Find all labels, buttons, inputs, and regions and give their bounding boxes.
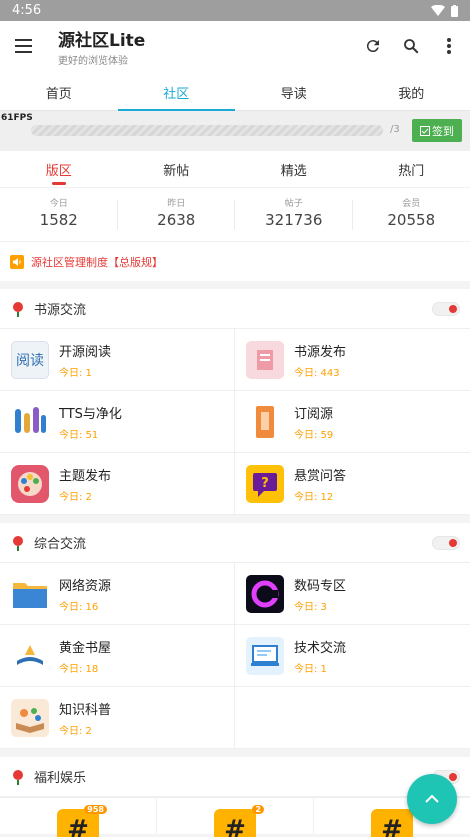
chevron-up-icon — [425, 794, 439, 803]
wifi-icon — [431, 5, 445, 16]
tab-new-posts[interactable]: 新帖 — [118, 151, 236, 187]
board-theme[interactable]: 主题发布 今日: 2 — [0, 453, 235, 515]
knowledge-icon — [11, 698, 49, 737]
welfare-board[interactable]: #958 — [0, 798, 157, 837]
status-time: 4:56 — [12, 3, 42, 18]
tab-guide[interactable]: 导读 — [235, 71, 353, 110]
rose-icon — [13, 769, 23, 785]
tts-icon — [11, 402, 49, 441]
section-welfare: 福利娱乐 #958 #2 #3 — [0, 757, 470, 837]
count-badge: 2 — [252, 805, 264, 814]
board-web-resources[interactable]: 网络资源 今日: 16 — [0, 563, 235, 625]
board-knowledge[interactable]: 知识科普 今日: 2 — [0, 687, 235, 749]
more-vert-icon[interactable] — [436, 33, 462, 59]
welfare-board[interactable]: #2 — [157, 798, 314, 837]
signin-progress-count: /3 — [390, 124, 400, 135]
signin-progress-row: 61FPS /3 签到 — [0, 111, 470, 151]
section-general: 综合交流 网络资源 今日: 16 数码专区 今日: 3 黄金书屋 今日: 18 技术交… — [0, 523, 470, 749]
stat-yesterday: 昨日 2638 — [118, 188, 236, 241]
main-tabs: 首页 社区 导读 我的 — [0, 71, 470, 111]
book-source-icon — [246, 340, 284, 379]
speaker-icon — [10, 254, 24, 269]
rose-icon — [13, 301, 23, 317]
count-badge: 958 — [84, 805, 107, 814]
tab-home[interactable]: 首页 — [0, 71, 118, 110]
section-header[interactable]: 福利娱乐 — [0, 757, 470, 797]
board-open-read[interactable]: 阅读 开源阅读 今日: 1 — [0, 329, 235, 391]
section-title: 福利娱乐 — [34, 771, 87, 786]
section-title: 书源交流 — [34, 303, 87, 318]
board-digital[interactable]: 数码专区 今日: 3 — [235, 563, 470, 625]
rose-icon — [13, 535, 23, 551]
check-square-icon — [420, 125, 430, 136]
svg-text:?: ? — [261, 476, 269, 491]
search-icon[interactable] — [398, 33, 424, 59]
digital-icon — [246, 574, 284, 613]
stat-posts: 帖子 321736 — [235, 188, 353, 241]
app-bar: 源社区Lite 更好的浏览体验 — [0, 21, 470, 71]
tab-community[interactable]: 社区 — [117, 71, 236, 111]
board-tech[interactable]: 技术交流 今日: 1 — [235, 625, 470, 687]
book-house-icon — [11, 636, 49, 675]
read-app-icon: 阅读 — [11, 340, 49, 379]
section-toggle[interactable] — [432, 301, 460, 316]
hash-icon: #958 — [57, 805, 107, 837]
stat-today: 今日 1582 — [0, 188, 118, 241]
stat-members: 会员 20558 — [387, 199, 436, 229]
status-bar: 4:56 — [0, 0, 470, 21]
folder-icon — [11, 574, 49, 613]
signin-button[interactable]: 签到 — [412, 119, 462, 142]
app-title: 源社区Lite — [58, 30, 146, 51]
tab-featured[interactable]: 精选 — [235, 151, 353, 187]
notice-text: 源社区管理制度【总版规】 — [31, 255, 163, 269]
board-source-publish[interactable]: 书源发布 今日: 443 — [235, 329, 470, 391]
section-toggle[interactable] — [432, 535, 460, 550]
stats-bar: 今日 1582 昨日 2638 帖子 321736 会员 20558 — [0, 187, 470, 241]
empty-cell — [235, 687, 470, 749]
board-subscribe[interactable]: 订阅源 今日: 59 — [235, 391, 470, 453]
menu-icon[interactable] — [12, 32, 40, 60]
tech-icon — [246, 636, 284, 675]
board-bounty-qa[interactable]: ? 悬赏问答 今日: 12 — [235, 453, 470, 515]
refresh-icon[interactable] — [360, 33, 386, 59]
question-icon: ? — [246, 464, 284, 503]
tab-hot[interactable]: 热门 — [353, 151, 470, 187]
app-subtitle: 更好的浏览体验 — [58, 55, 128, 67]
tab-boards[interactable]: 版区 — [0, 151, 118, 187]
battery-icon — [451, 4, 458, 17]
sub-tabs: 版区 新帖 精选 热门 — [0, 151, 470, 187]
palette-icon — [11, 464, 49, 503]
board-tts[interactable]: TTS与净化 今日: 51 — [0, 391, 235, 453]
section-book-source: 书源交流 阅读 开源阅读 今日: 1 书源发布 今日: 443 TTS与净化 今日: … — [0, 289, 470, 515]
board-golden-bookhouse[interactable]: 黄金书屋 今日: 18 — [0, 625, 235, 687]
notice-bar[interactable]: 源社区管理制度【总版规】 — [0, 241, 470, 281]
section-header[interactable]: 综合交流 — [0, 523, 470, 563]
scroll-top-button[interactable] — [407, 774, 457, 824]
section-title: 综合交流 — [34, 537, 87, 552]
subscribe-icon — [246, 402, 284, 441]
section-header[interactable]: 书源交流 — [0, 289, 470, 329]
signin-label: 签到 — [432, 124, 454, 138]
tab-mine[interactable]: 我的 — [353, 71, 470, 110]
hash-icon: #2 — [214, 805, 264, 837]
fps-label: 61FPS — [1, 113, 33, 123]
hash-icon: #3 — [371, 805, 421, 837]
signin-progress-bar — [31, 125, 383, 136]
